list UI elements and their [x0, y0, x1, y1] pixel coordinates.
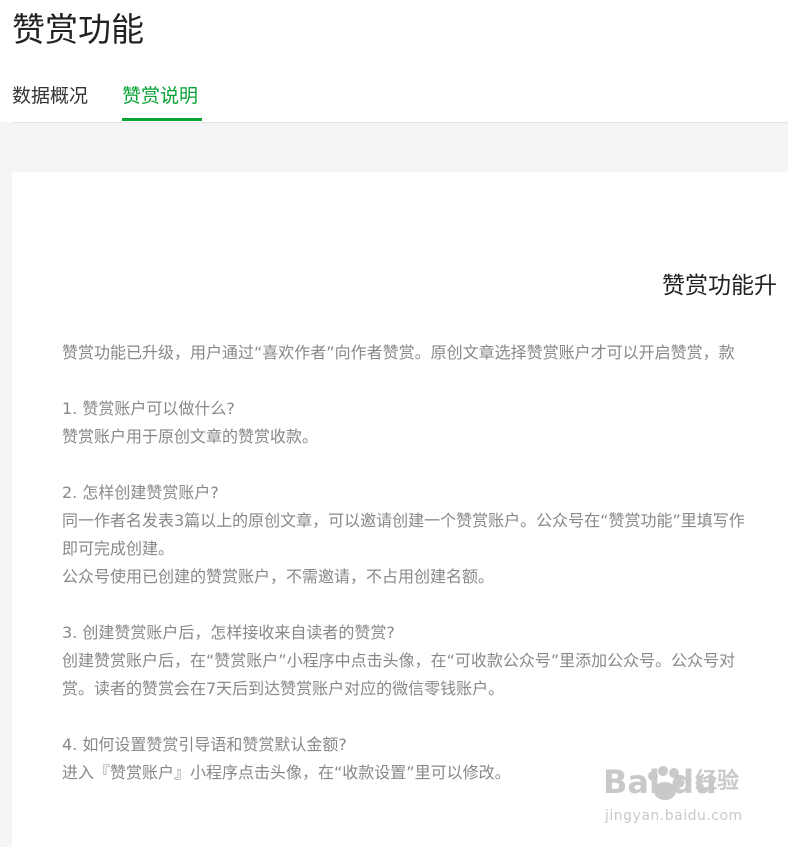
active-tab-indicator — [122, 118, 202, 121]
faq-question-3: 3. 创建赞赏账户后，怎样接收来自读者的赞赏? — [62, 623, 395, 642]
faq-answer-2-line-2: 即可完成创建。 — [62, 539, 175, 558]
reward-description-card: 赞赏功能升 赞赏功能已升级，用户通过“喜欢作者”向作者赞赏。原创文章选择赞赏账户… — [12, 172, 788, 847]
faq-question-1: 1. 赞赏账户可以做什么? — [62, 399, 235, 418]
faq-answer-3-line-1: 创建赞赏账户后，在“赞赏账户”小程序中点击头像，在“可收款公众号”里添加公众号。… — [62, 651, 736, 670]
intro-paragraph: 赞赏功能已升级，用户通过“喜欢作者”向作者赞赏。原创文章选择赞赏账户才可以开启赞… — [62, 343, 735, 362]
faq-answer-4: 进入『赞赏账户』小程序点击头像，在“收款设置”里可以修改。 — [62, 763, 511, 782]
article-title: 赞赏功能升 — [662, 273, 777, 299]
page-title: 赞赏功能 — [12, 10, 144, 49]
page: 赞赏功能 数据概况 赞赏说明 赞赏功能升 赞赏功能已升级，用户通过“喜欢作者”向… — [0, 0, 788, 847]
tab-reward-description[interactable]: 赞赏说明 — [122, 72, 198, 120]
faq-answer-1: 赞赏账户用于原创文章的赞赏收款。 — [62, 427, 319, 446]
faq-answer-2-line-1: 同一作者名发表3篇以上的原创文章，可以邀请创建一个赞赏账户。公众号在“赞赏功能”… — [62, 511, 745, 530]
header: 赞赏功能 数据概况 赞赏说明 — [0, 0, 788, 123]
faq-answer-3-line-2: 赏。读者的赞赏会在7天后到达赞赏账户对应的微信零钱账户。 — [62, 679, 505, 698]
tab-bar: 数据概况 赞赏说明 — [12, 72, 788, 123]
tab-data-overview[interactable]: 数据概况 — [12, 72, 88, 120]
faq-question-4: 4. 如何设置赞赏引导语和赞赏默认金额? — [62, 735, 347, 754]
faq-answer-2-line-3: 公众号使用已创建的赞赏账户，不需邀请，不占用创建名额。 — [62, 567, 495, 586]
faq-question-2: 2. 怎样创建赞赏账户? — [62, 483, 219, 502]
